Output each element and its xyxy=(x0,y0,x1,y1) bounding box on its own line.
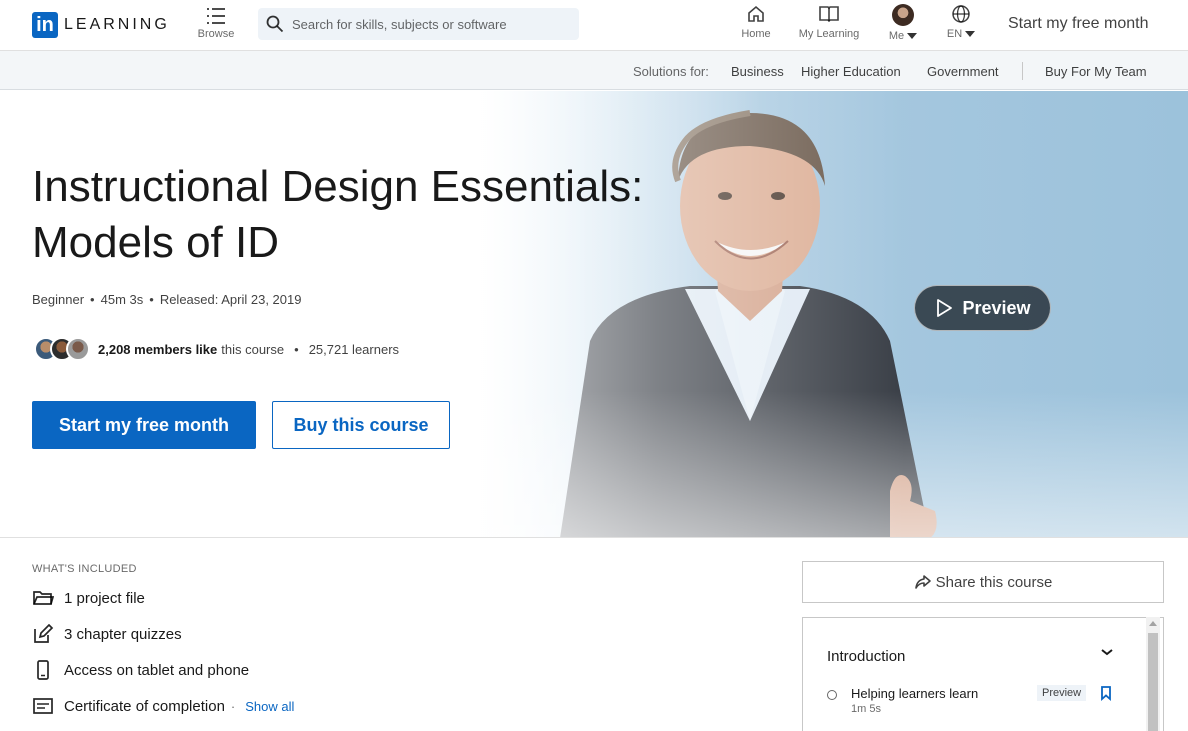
nav-me[interactable]: Me xyxy=(883,4,923,42)
course-released: Released: April 23, 2019 xyxy=(159,292,302,307)
globe-icon xyxy=(952,5,970,23)
solutions-higher-education-link[interactable]: Higher Education xyxy=(801,64,901,79)
share-icon xyxy=(914,575,931,589)
learners-count: 25,721 learners xyxy=(308,341,400,357)
preview-button[interactable]: Preview xyxy=(914,285,1051,331)
home-icon xyxy=(748,5,764,22)
course-duration: 45m 3s xyxy=(100,292,144,307)
likes-suffix: this course xyxy=(221,341,285,357)
learning-wordmark: LEARNING xyxy=(64,16,170,33)
member-avatars xyxy=(34,337,90,361)
course-title-line2: Models of ID xyxy=(32,218,279,267)
play-icon xyxy=(937,299,953,317)
chevron-down-icon[interactable] xyxy=(1099,644,1115,660)
search-box[interactable] xyxy=(258,8,579,40)
avatar xyxy=(892,4,914,26)
folder-icon xyxy=(33,591,54,605)
course-social-proof: 2,208 members like this course • 25,721 … xyxy=(34,337,399,361)
share-course-button[interactable]: Share this course xyxy=(802,561,1164,603)
included-project-file: 1 project file xyxy=(32,588,145,608)
nav-language[interactable]: EN xyxy=(942,4,980,40)
included-mobile-access: Access on tablet and phone xyxy=(32,660,249,680)
course-title-line1: Instructional Design Essentials: xyxy=(32,162,644,211)
video-title: Helping learners learn xyxy=(851,686,979,701)
linkedin-logo-icon: in xyxy=(32,12,58,38)
included-certificate: Certificate of completion · Show all xyxy=(32,696,294,716)
video-duration: 1m 5s xyxy=(851,703,881,715)
show-all-link[interactable]: Show all xyxy=(245,699,294,714)
nav-home[interactable]: Home xyxy=(738,4,774,40)
me-label: Me xyxy=(888,30,905,42)
preview-badge: Preview xyxy=(1037,685,1087,701)
bookmark-icon[interactable] xyxy=(1099,685,1113,701)
browse-button[interactable]: Browse xyxy=(196,6,236,40)
language-label: EN xyxy=(946,28,963,40)
caret-down-icon xyxy=(907,33,918,40)
course-hero: Instructional Design Essentials: Models … xyxy=(0,91,1188,538)
scrollbar[interactable] xyxy=(1146,617,1160,731)
list-icon xyxy=(207,8,225,24)
nav-my-learning[interactable]: My Learning xyxy=(795,4,863,40)
linkedin-learning-logo[interactable]: in LEARNING xyxy=(32,12,170,38)
course-title: Instructional Design Essentials: Models … xyxy=(32,159,732,271)
included-item-label: Access on tablet and phone xyxy=(64,661,250,679)
hero-bottom-fade xyxy=(480,391,1188,537)
course-contents: Introduction Helping learners learn 1m 5… xyxy=(802,617,1164,731)
whats-included-heading: WHAT'S INCLUDED xyxy=(32,563,137,575)
phone-icon xyxy=(37,660,49,680)
course-level: Beginner xyxy=(32,292,85,307)
buy-course-button[interactable]: Buy this course xyxy=(272,401,450,449)
solutions-bar: Solutions for: Business Higher Education… xyxy=(0,50,1188,90)
caret-down-icon xyxy=(965,31,976,38)
buy-for-my-team-link[interactable]: Buy For My Team xyxy=(1045,64,1147,79)
preview-label: Preview xyxy=(962,297,1031,318)
scrollbar-thumb[interactable] xyxy=(1148,633,1158,731)
book-icon xyxy=(819,6,839,23)
video-item[interactable]: Helping learners learn 1m 5s xyxy=(827,686,978,715)
browse-label: Browse xyxy=(197,28,235,40)
share-label: Share this course xyxy=(935,573,1053,591)
start-free-month-link[interactable]: Start my free month xyxy=(1008,15,1149,33)
included-item-label: Certificate of completion xyxy=(64,697,225,715)
home-label: Home xyxy=(741,28,771,40)
my-learning-label: My Learning xyxy=(798,28,860,40)
search-icon xyxy=(266,15,284,33)
chapter-title[interactable]: Introduction xyxy=(827,648,905,665)
included-item-label: 1 project file xyxy=(64,589,145,607)
course-meta: Beginner • 45m 3s • Released: April 23, 2019 xyxy=(32,292,302,307)
edit-icon xyxy=(34,624,54,643)
certificate-icon xyxy=(33,698,53,714)
avatar xyxy=(66,337,90,361)
divider xyxy=(1022,62,1023,80)
solutions-label: Solutions for: xyxy=(633,64,709,79)
start-free-month-button[interactable]: Start my free month xyxy=(32,401,256,449)
included-item-label: 3 chapter quizzes xyxy=(64,625,182,643)
solutions-business-link[interactable]: Business xyxy=(731,64,784,79)
solutions-government-link[interactable]: Government xyxy=(927,64,999,79)
likes-count: 2,208 members like xyxy=(98,341,218,357)
search-input[interactable] xyxy=(292,16,562,32)
top-nav: in LEARNING Browse Home My Learning Me xyxy=(0,0,1188,50)
included-quizzes: 3 chapter quizzes xyxy=(32,624,182,644)
progress-circle-icon xyxy=(827,690,837,700)
scroll-up-icon[interactable] xyxy=(1149,621,1157,626)
